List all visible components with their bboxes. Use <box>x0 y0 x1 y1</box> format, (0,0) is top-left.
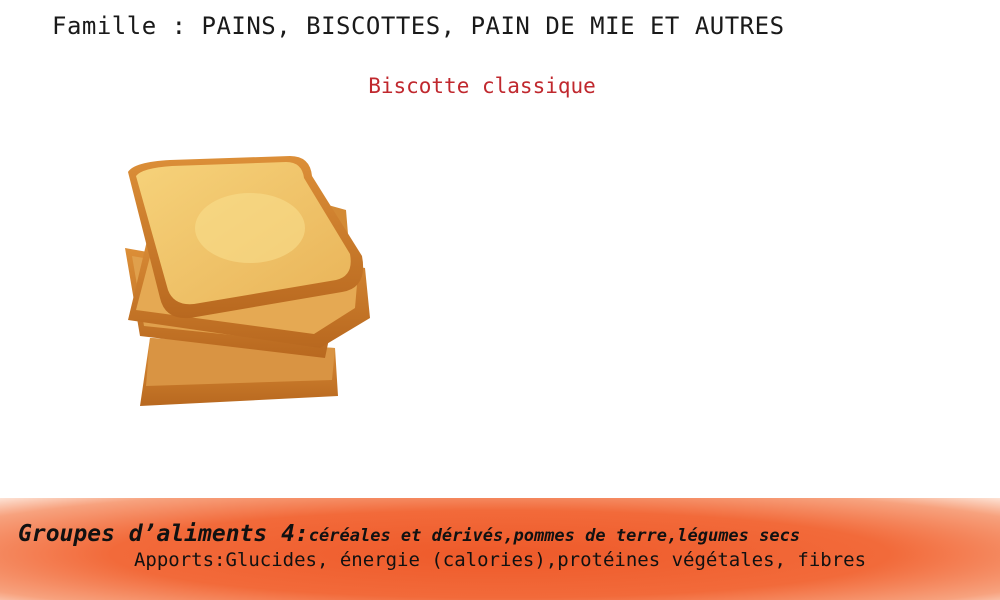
family-title: Famille : PAINS, BISCOTTES, PAIN DE MIE … <box>52 12 785 40</box>
product-name: Biscotte classique <box>368 74 596 98</box>
food-group-detail: céréales et dérivés,pommes de terre,légu… <box>308 526 801 546</box>
food-group-label: Groupes d’aliments 4: <box>18 521 309 547</box>
food-group-line: Groupes d’aliments 4:céréales et dérivés… <box>18 521 800 547</box>
nutrient-contributions: Apports:Glucides, énergie (calories),pro… <box>133 549 867 571</box>
biscotte-image <box>125 156 370 406</box>
biscotte-slice-top <box>128 156 364 319</box>
